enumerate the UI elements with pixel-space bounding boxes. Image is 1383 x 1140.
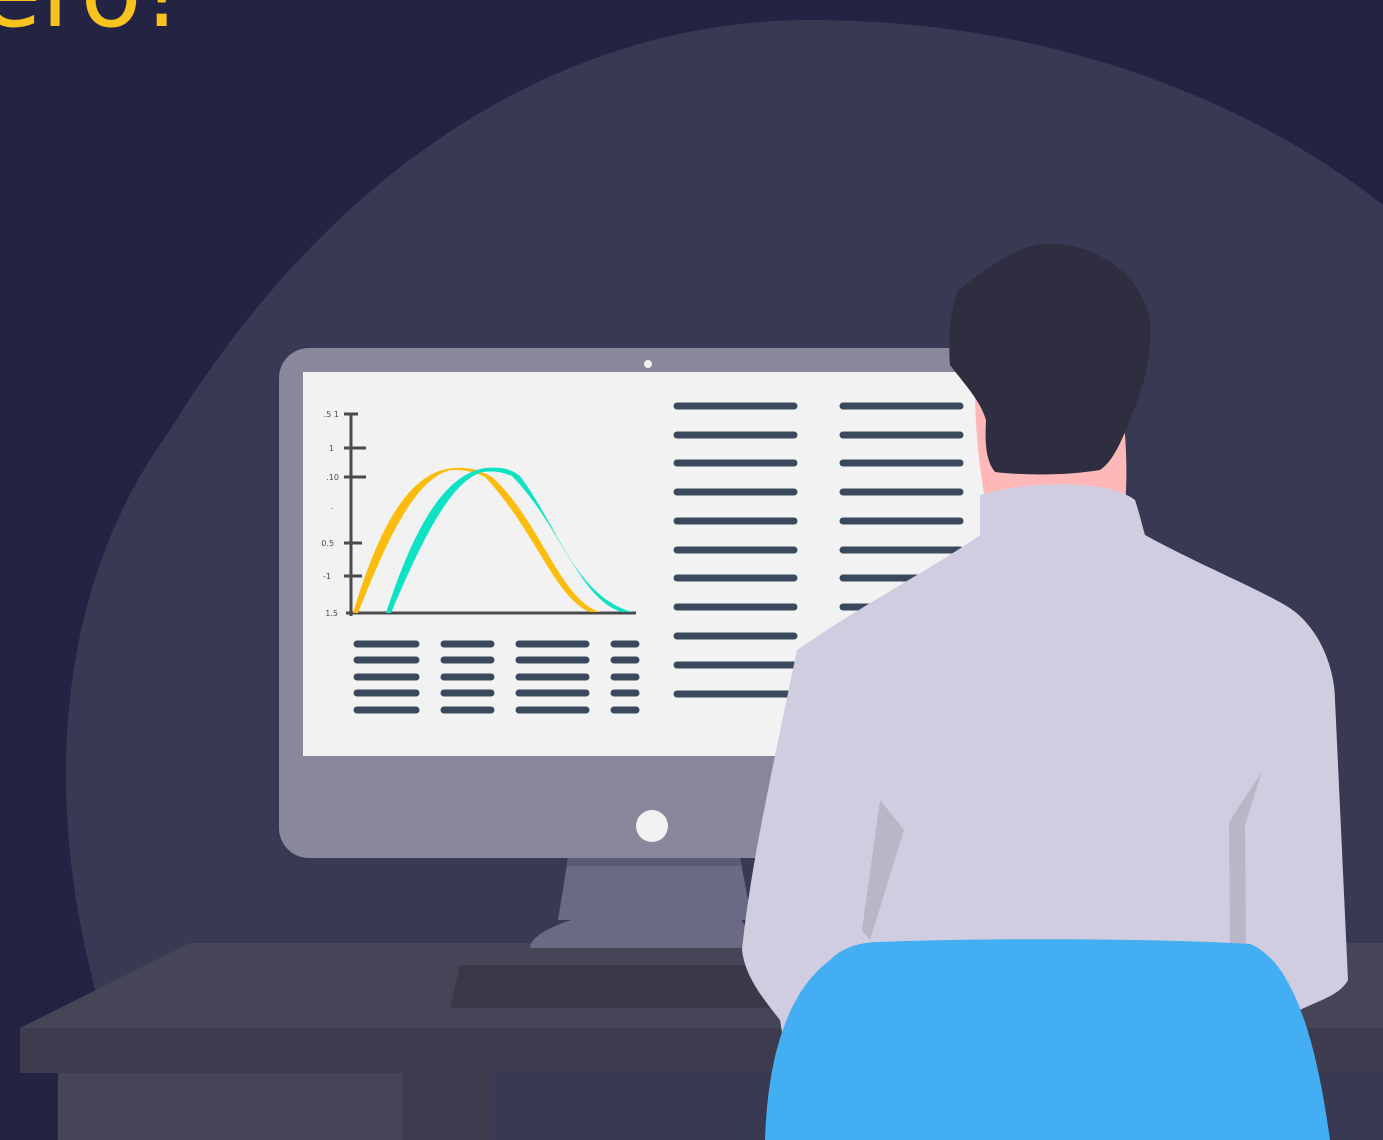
monitor-base [530, 918, 760, 948]
illustration: .5 1 1 .10 . 0.5 -1 1.5 [20, 20, 1383, 1140]
axis-tick-label: 0.5 [321, 539, 334, 548]
axis-tick-label: 1 [329, 444, 334, 453]
monitor-stand [558, 858, 752, 920]
axis-tick-label: 1.5 [325, 609, 338, 618]
axis-tick-label: .10 [326, 473, 339, 482]
axis-tick-label: -1 [323, 572, 331, 581]
axis-tick-label: . [330, 502, 333, 511]
chair [765, 939, 1330, 1140]
power-button [636, 810, 668, 842]
camera-dot [644, 360, 652, 368]
keyboard [450, 965, 800, 1008]
axis-tick-label: .5 1 [324, 410, 339, 419]
